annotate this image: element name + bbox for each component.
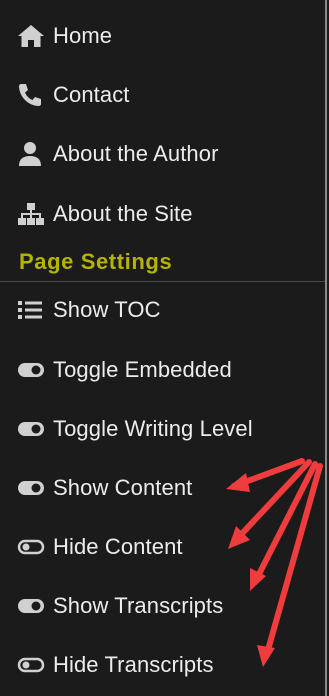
nav-item-contact[interactable]: Contact [17,77,130,113]
nav-item-about-author[interactable]: About the Author [17,136,219,172]
user-icon [17,140,45,168]
list-icon [17,296,45,324]
phone-icon [17,81,45,109]
settings-item-label: Toggle Embedded [53,357,232,382]
settings-item-label: Show Content [53,475,193,500]
toggle-on-icon [17,415,45,443]
settings-item-show-content[interactable]: Show Content [17,470,192,506]
settings-item-show-transcripts[interactable]: Show Transcripts [17,588,223,624]
nav-item-about-site[interactable]: About the Site [17,196,193,232]
nav-item-label: Home [53,23,113,48]
nav-item-label: About the Site [53,201,193,226]
nav-item-label: Contact [53,82,130,107]
toggle-off-icon [17,533,45,561]
settings-item-hide-content[interactable]: Hide Content [17,529,183,565]
settings-item-label: Hide Content [53,534,183,559]
settings-item-label: Show Transcripts [53,593,224,618]
nav-item-home[interactable]: Home [17,18,112,54]
nav-item-label: About the Author [53,141,219,166]
settings-item-label: Show TOC [53,297,161,322]
page-settings-heading: Page Settings [19,249,173,274]
toggle-on-icon [17,592,45,620]
toggle-on-icon [17,356,45,384]
section-divider [0,281,325,282]
sitemap-icon [17,200,45,228]
settings-item-label: Hide Transcripts [53,652,214,677]
side-menu: Home Contact About the Author About the … [0,0,327,696]
settings-item-show-toc[interactable]: Show TOC [17,292,161,328]
settings-item-hide-transcripts[interactable]: Hide Transcripts [17,647,214,683]
settings-item-toggle-embedded[interactable]: Toggle Embedded [17,352,232,388]
settings-item-toggle-writing-level[interactable]: Toggle Writing Level [17,411,253,447]
home-icon [17,22,45,50]
toggle-off-icon [17,651,45,679]
toggle-on-icon [17,474,45,502]
settings-item-label: Toggle Writing Level [53,416,253,441]
